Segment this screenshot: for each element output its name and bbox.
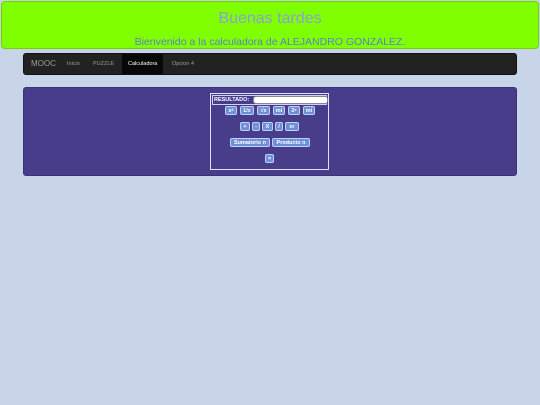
equals-button[interactable]: = [265,154,274,163]
result-label: RESULTADO: [214,97,250,103]
result-row: RESULTADO: [212,95,328,105]
page-header: Buenas tardes Bienvenido a la calculador… [1,1,539,49]
divide-button[interactable]: / [275,122,283,131]
sumatorio-button[interactable]: Sumatorio n [230,138,270,147]
inverse-button[interactable]: 1/x [240,106,254,115]
nav-item-opcion-4[interactable]: Opcion 4 [166,54,200,74]
subtract-button[interactable]: - [252,122,260,131]
nav-item-calculadora[interactable]: Calculadora [122,54,164,74]
power-button[interactable]: xy [285,122,299,131]
multiply-button[interactable]: X [262,122,273,131]
navbar-brand[interactable]: MOOC [31,54,56,74]
producto-button[interactable]: Producto n [272,138,310,147]
nav-item-inicio[interactable]: Inicio [61,54,86,74]
mi-button[interactable]: mi [303,106,315,115]
page-title: Buenas tardes [218,10,322,27]
power-of-two-button[interactable]: 2x [288,106,300,115]
nav-item-puzzle[interactable]: PUZZLE [87,54,120,74]
mod-button[interactable]: mi [273,106,285,115]
page-subtitle: Bienvenido a la calculadora de ALEJANDRO… [134,36,406,48]
square-button[interactable]: x2 [225,106,237,115]
result-input[interactable] [253,96,328,104]
sqrt-button[interactable]: √x [257,106,270,115]
navbar: MOOC Inicio PUZZLE Calculadora Opcion 4 [23,53,517,75]
add-button[interactable]: + [240,122,250,131]
